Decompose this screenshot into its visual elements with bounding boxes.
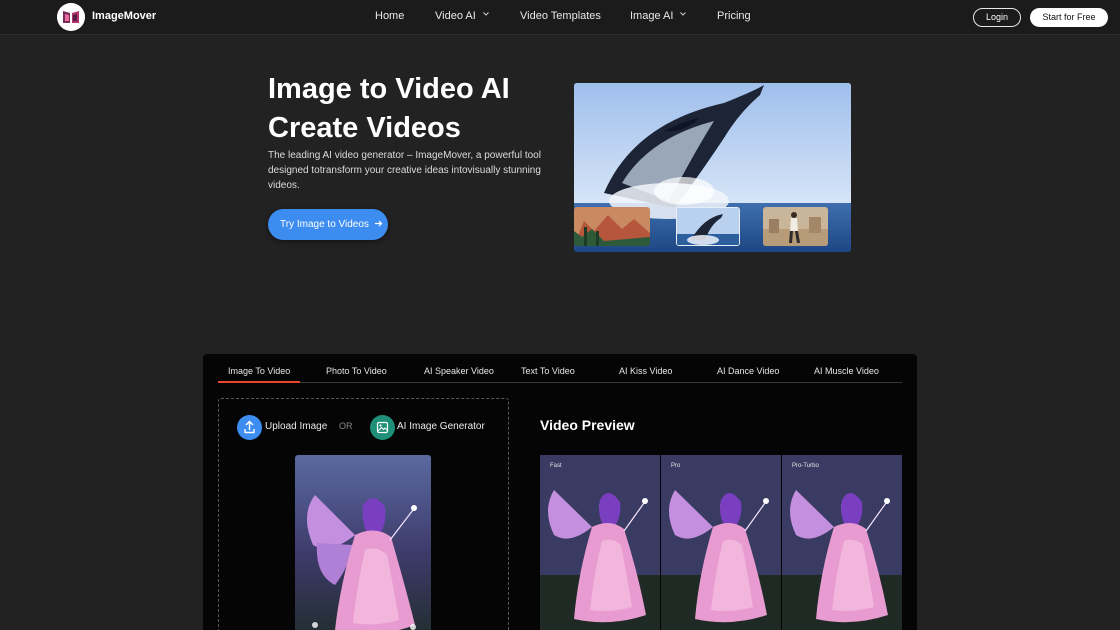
brand-name[interactable]: ImageMover [92, 10, 156, 22]
ai-image-generator-label[interactable]: AI Image Generator [397, 421, 485, 432]
thumbnail-mountains[interactable] [574, 207, 650, 246]
upload-image-label[interactable]: Upload Image [265, 421, 327, 432]
hero-title: Image to Video AI Create Videos [268, 70, 568, 148]
nav-home[interactable]: Home [375, 10, 404, 22]
nav-image-ai-label: Image AI [630, 10, 674, 22]
chevron-down-icon [482, 10, 490, 18]
chevron-down-icon [679, 10, 687, 18]
try-image-to-videos-button[interactable]: Try Image to Videos [268, 209, 388, 240]
hero-whale-image [574, 83, 851, 252]
tab-ai-kiss-video[interactable]: AI Kiss Video [619, 366, 672, 376]
thumbnail-person[interactable] [763, 207, 828, 246]
nav-image-ai[interactable]: Image AI [630, 10, 687, 22]
preview-tag-pro: Pro [671, 463, 681, 469]
arrow-right-icon [374, 219, 383, 228]
hero-cta-label: Try Image to Videos [280, 219, 369, 230]
start-for-free-button[interactable]: Start for Free [1030, 8, 1108, 27]
active-tab-indicator [218, 381, 300, 383]
top-navigation: ImageMover Home Video AI Video Templates… [0, 0, 1120, 35]
tab-text-to-video[interactable]: Text To Video [521, 366, 575, 376]
thumbnail-whale[interactable] [676, 207, 740, 246]
tab-image-to-video[interactable]: Image To Video [228, 366, 290, 376]
login-button[interactable]: Login [973, 8, 1021, 27]
or-separator: OR [339, 421, 353, 431]
tab-ai-dance-video[interactable]: AI Dance Video [717, 366, 779, 376]
nav-video-ai[interactable]: Video AI [435, 10, 490, 22]
tab-ai-muscle-video[interactable]: AI Muscle Video [814, 366, 879, 376]
preview-pro[interactable]: Pro [661, 455, 781, 630]
hero-description: The leading AI video generator – ImageMo… [268, 150, 541, 191]
image-icon[interactable] [370, 415, 395, 440]
generator-panel: Image To Video Photo To Video AI Speaker… [203, 354, 917, 630]
tabs-divider [218, 382, 902, 383]
imagemover-logo[interactable] [57, 3, 85, 31]
uploaded-fairy-image [295, 455, 431, 630]
tab-photo-to-video[interactable]: Photo To Video [326, 366, 387, 376]
video-preview-title: Video Preview [540, 417, 635, 433]
upload-dropzone[interactable]: Upload Image OR AI Image Generator [218, 398, 509, 630]
upload-icon[interactable] [237, 415, 262, 440]
tab-ai-speaker-video[interactable]: AI Speaker Video [424, 366, 494, 376]
nav-video-ai-label: Video AI [435, 10, 476, 22]
preview-pro-turbo[interactable]: Pro-Turbo [782, 455, 902, 630]
preview-tag-fast: Fast [550, 463, 562, 469]
hero-title-line1: Image to Video AI [268, 73, 510, 105]
hero-title-line2: Create Videos [268, 112, 461, 144]
preview-fast[interactable]: Fast [540, 455, 660, 630]
preview-tag-pro-turbo: Pro-Turbo [792, 463, 819, 469]
nav-video-templates[interactable]: Video Templates [520, 10, 601, 22]
nav-pricing[interactable]: Pricing [717, 10, 751, 22]
